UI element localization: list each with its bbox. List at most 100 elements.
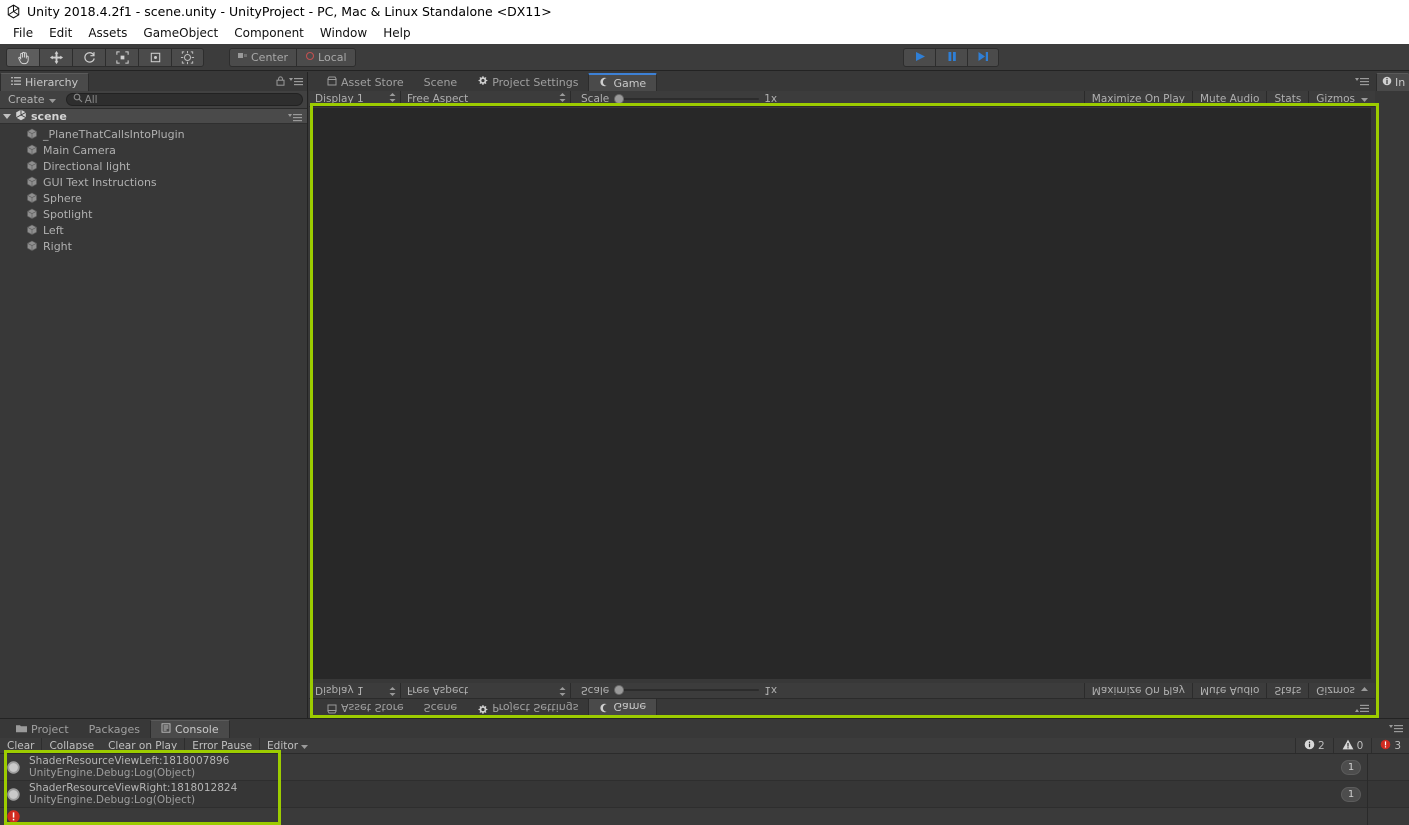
- clear-on-play-toggle[interactable]: Clear on Play: [101, 738, 186, 753]
- main-toolbar: Center Local: [0, 44, 1409, 71]
- list-item[interactable]: Main Camera: [0, 142, 307, 158]
- rect-tool-button[interactable]: [138, 47, 171, 67]
- console-tabstrip: Project Packages Console: [0, 719, 1409, 738]
- mirrored-tab-asset-store-label: Asset Store: [341, 701, 404, 715]
- list-item-label: Sphere: [43, 191, 82, 205]
- rect-transform-icon: [148, 50, 163, 65]
- move-tool-button[interactable]: [39, 47, 72, 67]
- list-item[interactable]: Left: [0, 222, 307, 238]
- editor-dropdown[interactable]: Editor: [260, 738, 315, 753]
- menu-item-component[interactable]: Component: [226, 24, 312, 42]
- mirrored-scale-group: Scale 1x: [571, 685, 777, 697]
- inspector-panel: In: [1376, 72, 1409, 718]
- scene-root-row[interactable]: scene: [0, 109, 307, 124]
- gameobject-cube-icon: [26, 224, 38, 236]
- list-item[interactable]: Sphere: [0, 190, 307, 206]
- scale-slider-knob[interactable]: [614, 93, 625, 104]
- pause-button[interactable]: [935, 48, 967, 67]
- stats-toggle[interactable]: Stats: [1266, 91, 1308, 106]
- tab-packages[interactable]: Packages: [79, 720, 150, 738]
- console-panel-options-icon[interactable]: [1389, 723, 1403, 736]
- updown-arrows-icon: [559, 92, 566, 105]
- transform-tool-button[interactable]: [171, 47, 204, 67]
- pivot-mode-button[interactable]: Center: [229, 47, 297, 67]
- game-icon: [599, 77, 609, 90]
- clear-button[interactable]: Clear: [0, 738, 43, 753]
- tab-hierarchy[interactable]: Hierarchy: [0, 73, 90, 91]
- table-row[interactable]: ShaderResourceViewRight:1818012824 Unity…: [0, 781, 1409, 808]
- tab-project-settings-label: Project Settings: [492, 75, 579, 89]
- log-entry-count: 1: [1341, 787, 1361, 802]
- tab-console[interactable]: Console: [149, 720, 230, 738]
- menu-item-edit[interactable]: Edit: [41, 24, 80, 42]
- display-dropdown[interactable]: Display 1: [309, 91, 401, 106]
- gizmos-dropdown[interactable]: Gizmos: [1308, 91, 1375, 106]
- rotate-tool-button[interactable]: [72, 47, 105, 67]
- warning-count-label: 0: [1356, 739, 1364, 752]
- scene-options-icon[interactable]: [288, 112, 302, 125]
- tab-scene-label: Scene: [423, 75, 458, 89]
- search-icon: [73, 93, 83, 106]
- play-button[interactable]: [903, 48, 935, 67]
- panel-options-icon[interactable]: [289, 76, 303, 89]
- mirrored-scale-label: Scale: [581, 684, 610, 697]
- mute-audio-toggle[interactable]: Mute Audio: [1192, 91, 1266, 106]
- lock-icon[interactable]: [276, 76, 285, 89]
- tab-asset-store[interactable]: Asset Store: [317, 73, 414, 91]
- scale-slider[interactable]: [614, 93, 760, 104]
- error-count-label: 3: [1394, 739, 1401, 752]
- collapse-toggle[interactable]: Collapse: [42, 738, 101, 753]
- error-pause-toggle[interactable]: Error Pause: [185, 738, 261, 753]
- error-count-chip[interactable]: 3: [1371, 738, 1409, 753]
- folder-icon: [16, 723, 27, 736]
- mirrored-tabstrip: Asset Store Scene Project Settings Game: [309, 699, 1375, 718]
- hierarchy-search-field[interactable]: All: [65, 93, 303, 106]
- gameobject-cube-icon: [26, 240, 38, 252]
- list-item[interactable]: Right: [0, 238, 307, 254]
- list-item-label: Spotlight: [43, 207, 93, 221]
- list-item[interactable]: Spotlight: [0, 206, 307, 222]
- table-row[interactable]: ShaderResourceViewLeft:1818007896 UnityE…: [0, 754, 1409, 781]
- hand-tool-button[interactable]: [6, 47, 39, 67]
- expand-arrow-icon[interactable]: [3, 110, 11, 123]
- tab-inspector[interactable]: In: [1376, 73, 1409, 91]
- display-label: Display 1: [315, 92, 364, 105]
- list-item[interactable]: Directional light: [0, 158, 307, 174]
- window-title: Unity 2018.4.2f1 - scene.unity - UnityPr…: [27, 3, 552, 19]
- info-count-label: 2: [1317, 739, 1325, 752]
- game-render-canvas[interactable]: [313, 108, 1371, 679]
- menu-item-gameobject[interactable]: GameObject: [135, 24, 226, 42]
- space-mode-button[interactable]: Local: [296, 47, 356, 67]
- table-row[interactable]: [0, 808, 1409, 825]
- gameobject-cube-icon: [26, 192, 38, 204]
- tab-asset-store-label: Asset Store: [341, 75, 404, 89]
- menu-item-file[interactable]: File: [5, 24, 41, 42]
- mirrored-tab-scene: Scene: [414, 699, 468, 717]
- menu-item-assets[interactable]: Assets: [80, 24, 135, 42]
- info-count-chip[interactable]: 2: [1294, 738, 1333, 753]
- scale-slider-group[interactable]: Scale 1x: [571, 93, 777, 105]
- tab-project[interactable]: Project: [6, 720, 79, 738]
- step-button[interactable]: [967, 48, 999, 67]
- create-dropdown-button[interactable]: Create: [4, 93, 60, 106]
- tab-game[interactable]: Game: [588, 73, 658, 91]
- scale-tool-button[interactable]: [105, 47, 138, 67]
- tab-project-settings[interactable]: Project Settings: [467, 73, 588, 91]
- aspect-dropdown[interactable]: Free Aspect: [401, 91, 571, 106]
- maximize-on-play-toggle[interactable]: Maximize On Play: [1083, 91, 1192, 106]
- list-item[interactable]: _PlaneThatCallsIntoPlugin: [0, 126, 307, 142]
- play-icon: [913, 50, 927, 66]
- pause-icon: [945, 50, 959, 66]
- menu-item-help[interactable]: Help: [375, 24, 418, 42]
- list-item[interactable]: GUI Text Instructions: [0, 174, 307, 190]
- warning-count-chip[interactable]: 0: [1332, 738, 1372, 753]
- console-detail-splitter[interactable]: [1367, 754, 1368, 825]
- editor-dropdown-label: Editor: [267, 739, 299, 752]
- tab-scene[interactable]: Scene: [414, 73, 468, 91]
- menu-item-window[interactable]: Window: [312, 24, 375, 42]
- pivot-space-group: Center Local: [229, 47, 356, 67]
- hierarchy-icon: [11, 76, 21, 89]
- mirrored-display-dropdown: Display 1: [309, 683, 401, 698]
- game-panel-options-icon[interactable]: [1355, 76, 1369, 89]
- tab-hierarchy-label: Hierarchy: [25, 76, 79, 89]
